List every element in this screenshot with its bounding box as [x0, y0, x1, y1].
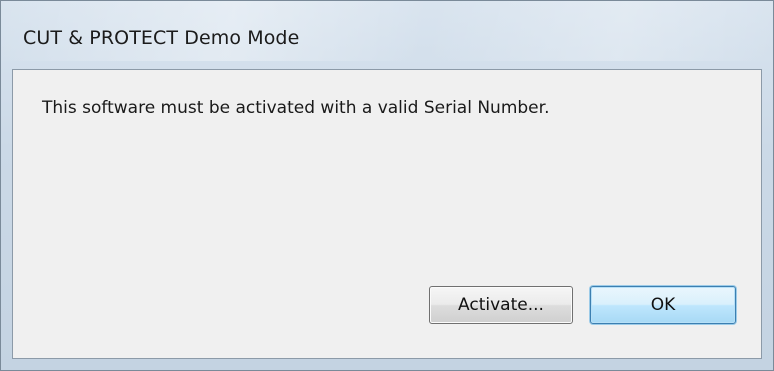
- window-title: CUT & PROTECT Demo Mode: [23, 27, 300, 49]
- ok-button[interactable]: OK: [590, 286, 736, 324]
- activate-button[interactable]: Activate...: [429, 286, 573, 324]
- title-bar[interactable]: CUT & PROTECT Demo Mode: [1, 1, 773, 69]
- dialog-message: This software must be activated with a v…: [42, 98, 550, 118]
- dialog-content: This software must be activated with a v…: [12, 69, 762, 359]
- dialog-window: CUT & PROTECT Demo Mode This software mu…: [0, 0, 774, 371]
